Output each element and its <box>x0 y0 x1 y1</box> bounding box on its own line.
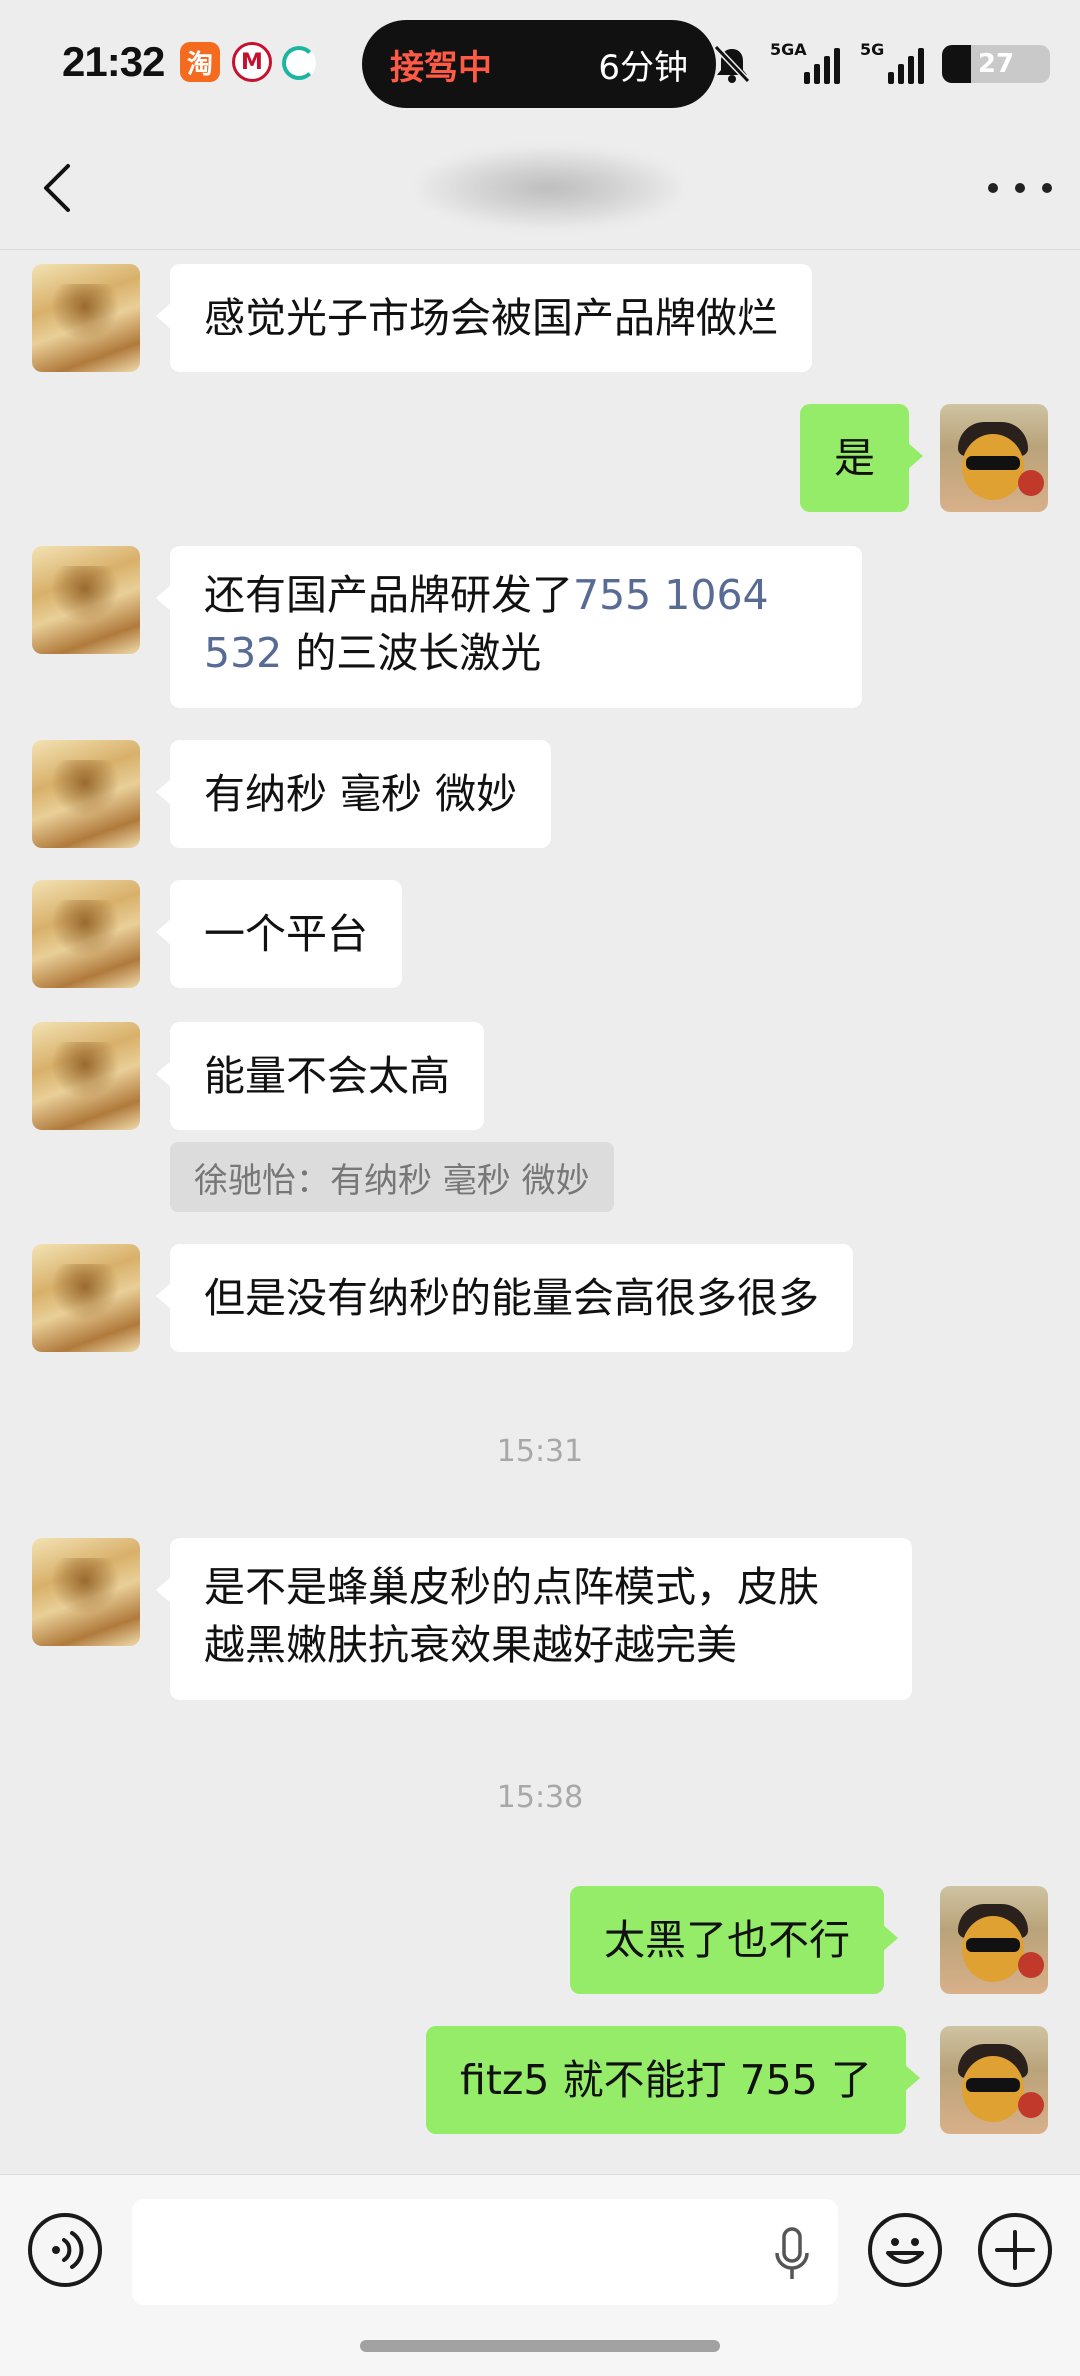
message-text: 有纳秒 毫秒 微妙 <box>204 770 518 818</box>
sim1-label: 5GA <box>770 40 807 59</box>
ride-eta: 6分钟 <box>598 47 688 88</box>
dynamic-island[interactable]: 接驾中 6分钟 <box>362 20 716 108</box>
home-indicator[interactable] <box>360 2340 720 2352</box>
message-text: 是不是蜂巢皮秒的点阵模式，皮肤 <box>204 1563 819 1611</box>
message-bubble[interactable]: fitz5 就不能打 755 了 <box>426 2026 920 2134</box>
message-text: 一个平台 <box>204 910 368 958</box>
message-text: 还有国产品牌研发了 <box>204 571 573 619</box>
message-bubble[interactable]: 感觉光子市场会被国产品牌做烂 <box>156 264 812 372</box>
voice-icon[interactable] <box>28 2213 102 2287</box>
message-bubble[interactable]: 还有国产品牌研发了755 1064 532 的三波长激光 <box>156 546 862 708</box>
avatar[interactable] <box>32 1538 140 1646</box>
avatar[interactable] <box>32 880 140 988</box>
more-icon[interactable] <box>988 178 1052 198</box>
chevron-left-icon[interactable] <box>38 158 78 218</box>
status-icons: 5GA 5G 27 <box>712 36 1050 92</box>
avatar[interactable] <box>32 1022 140 1130</box>
message-bubble[interactable]: 有纳秒 毫秒 微妙 <box>155 740 552 848</box>
battery-level: 27 <box>977 49 1015 79</box>
battery-icon: 27 <box>942 45 1050 83</box>
message-bubble[interactable]: 但是没有纳秒的能量会高很多很多 <box>156 1244 853 1352</box>
avatar[interactable] <box>32 740 140 848</box>
refresh-app-icon <box>282 46 316 80</box>
message-text: fitz5 就不能打 755 了 <box>460 2056 872 2104</box>
quote-text: 徐驰怡：有纳秒 毫秒 微妙 <box>194 1160 590 1201</box>
emoji-icon[interactable] <box>868 2213 942 2287</box>
taobao-icon: 淘 <box>180 42 220 82</box>
message-text: 太黑了也不行 <box>604 1916 850 1964</box>
avatar[interactable] <box>32 1244 140 1352</box>
avatar[interactable] <box>32 546 140 654</box>
message-bubble[interactable]: 一个平台 <box>156 880 402 988</box>
quoted-message[interactable]: 徐驰怡：有纳秒 毫秒 微妙 <box>170 1142 614 1212</box>
message-text: 感觉光子市场会被国产品牌做烂 <box>204 294 778 342</box>
timestamp: 15:38 <box>496 1780 584 1815</box>
message-bubble[interactable]: 是不是蜂巢皮秒的点阵模式，皮肤 越黑嫩肤抗衰效果越好越完美 <box>156 1538 912 1700</box>
message-text: 但是没有纳秒的能量会高很多很多 <box>204 1274 819 1322</box>
avatar[interactable] <box>940 2026 1048 2134</box>
avatar[interactable] <box>940 404 1048 512</box>
status-bar: 21:32 淘 M 接驾中 6分钟 5GA 5G 27 <box>0 0 1080 128</box>
mic-icon[interactable] <box>772 2227 812 2283</box>
chat-header <box>0 128 1080 250</box>
ride-status: 接驾中 <box>390 47 492 88</box>
message-text: 的三波长激光 <box>295 629 542 677</box>
timestamp: 15:31 <box>496 1434 584 1469</box>
message-bubble[interactable]: 是 <box>800 404 923 512</box>
plus-icon[interactable] <box>978 2213 1052 2287</box>
signal-sim1-icon: 5GA <box>770 40 840 84</box>
avatar[interactable] <box>940 1886 1048 1994</box>
phone-link[interactable]: 755 1064 <box>573 571 769 619</box>
signal-sim2-icon: 5G <box>860 40 924 84</box>
message-text: 能量不会太高 <box>204 1052 450 1100</box>
metro-icon: M <box>232 42 272 82</box>
message-input[interactable] <box>132 2199 838 2305</box>
sim2-label: 5G <box>860 40 885 59</box>
message-text: 越黑嫩肤抗衰效果越好越完美 <box>204 1621 737 1669</box>
phone-link[interactable]: 532 <box>204 629 282 677</box>
mute-bell-icon <box>713 44 751 84</box>
battery-fill <box>942 45 972 83</box>
message-bubble[interactable]: 能量不会太高 <box>156 1022 484 1130</box>
message-bubble[interactable]: 太黑了也不行 <box>570 1886 898 1994</box>
chat-title-redacted <box>420 148 680 228</box>
message-text: 是 <box>834 434 875 482</box>
avatar[interactable] <box>32 264 140 372</box>
clock: 21:32 <box>62 38 165 85</box>
